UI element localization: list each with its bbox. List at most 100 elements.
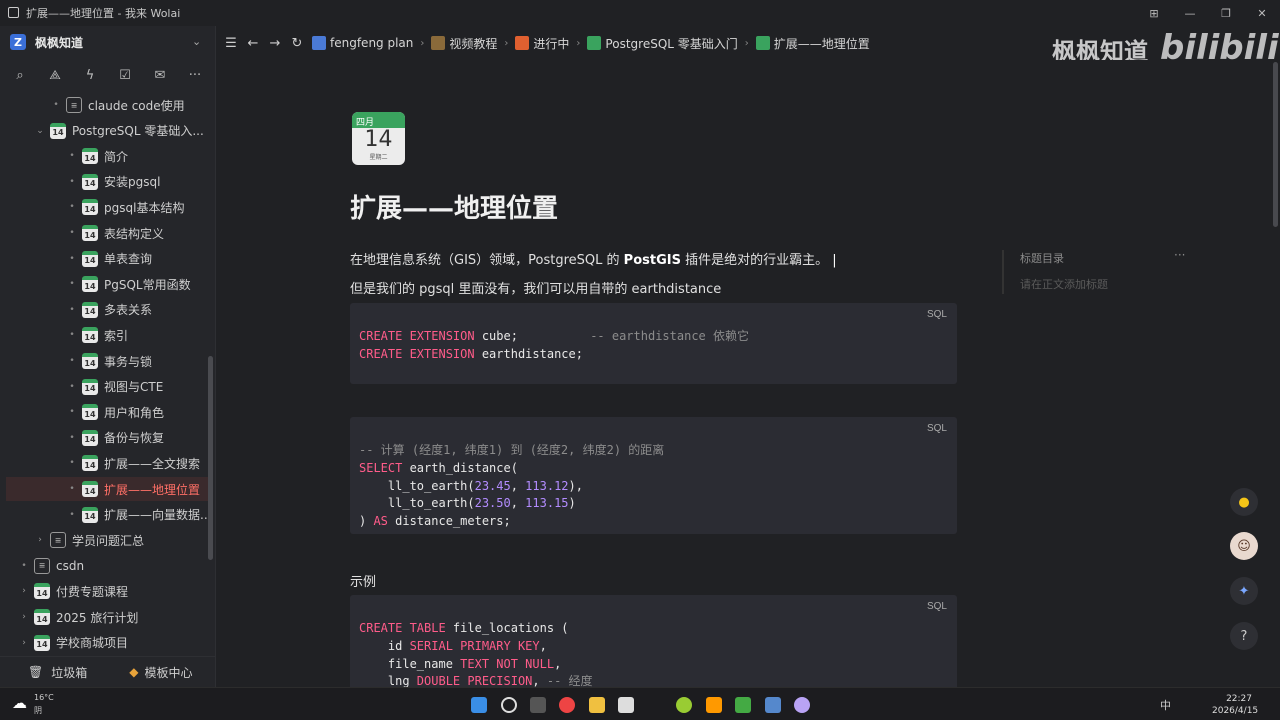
- page-title[interactable]: 扩展——地理位置: [350, 188, 558, 225]
- calendar-page-icon: 14: [82, 455, 98, 472]
- sidebar: Z 枫枫知道 ⌄ ⌕ ⟁ ϟ ☑ ✉ ··· • ≡ claude code使用 ⌄ 1…: [0, 26, 216, 687]
- graph-icon[interactable]: ⟁: [46, 66, 64, 84]
- app-icon-image[interactable]: [735, 697, 751, 713]
- template-center-button[interactable]: ◆ 模板中心: [129, 664, 192, 681]
- page-calendar-icon[interactable]: 四月 14 星期二: [352, 112, 405, 165]
- sidebar-item[interactable]: • 14 扩展——全文搜索: [66, 451, 200, 475]
- layout-icon[interactable]: ⊞: [1136, 0, 1172, 26]
- code-token: DOUBLE PRECISION: [416, 674, 533, 687]
- code-block-1[interactable]: SQL CREATE EXTENSION cube; -- earthdistan…: [350, 303, 957, 384]
- code-token: file_name: [359, 657, 461, 671]
- chevron-icon[interactable]: ›: [34, 535, 46, 545]
- inbox-icon[interactable]: ✉: [151, 66, 169, 84]
- sidebar-item-label: csdn: [56, 558, 85, 573]
- back-icon[interactable]: ←: [246, 36, 260, 51]
- chevron-icon[interactable]: ⌄: [34, 126, 46, 136]
- page-icon: ≡: [50, 532, 66, 549]
- check-icon[interactable]: ☑: [116, 66, 134, 84]
- app-icon-blue[interactable]: [765, 697, 781, 713]
- sidebar-item[interactable]: › 14 付费专题课程: [18, 579, 128, 603]
- file-explorer-icon[interactable]: [589, 697, 605, 713]
- section-example-heading[interactable]: 示例: [350, 571, 376, 590]
- sidebar-item[interactable]: • 14 多表关系: [66, 298, 152, 322]
- minimize-button[interactable]: —: [1172, 0, 1208, 26]
- trash-icon: 🗑: [28, 665, 44, 679]
- sidebar-item[interactable]: • 14 安装pgsql: [66, 170, 160, 194]
- sidebar-item[interactable]: • 14 表结构定义: [66, 221, 164, 245]
- avatar[interactable]: ☺: [1230, 532, 1258, 560]
- chrome-icon[interactable]: [559, 697, 575, 713]
- editor-scrollbar[interactable]: [1273, 62, 1278, 227]
- chevron-icon[interactable]: ›: [18, 612, 30, 622]
- breadcrumb-item[interactable]: fengfeng plan ›: [312, 36, 431, 50]
- sidebar-item[interactable]: • 14 视图与CTE: [66, 375, 163, 399]
- sidebar-item[interactable]: • 14 pgsql基本结构: [66, 195, 184, 219]
- chevron-down-icon[interactable]: ⌄: [192, 35, 201, 48]
- breadcrumb-item[interactable]: 视频教程 ›: [431, 35, 515, 52]
- breadcrumb-item[interactable]: 进行中 ›: [515, 35, 587, 52]
- forward-icon[interactable]: →: [268, 36, 282, 51]
- app-icon-purple[interactable]: [794, 697, 810, 713]
- sidebar-item[interactable]: • 14 简介: [66, 144, 128, 168]
- ai-assistant-icon[interactable]: ✦: [1230, 577, 1258, 605]
- search-icon[interactable]: ⌕: [11, 66, 29, 84]
- task-view-icon[interactable]: [530, 697, 546, 713]
- flash-icon[interactable]: ϟ: [81, 66, 99, 84]
- sidebar-item[interactable]: • 14 PgSQL常用函数: [66, 272, 191, 296]
- sidebar-item[interactable]: • 14 扩展——向量数据...: [66, 503, 211, 527]
- bullet-icon: •: [69, 279, 75, 290]
- sidebar-item[interactable]: › 14 2025 旅行计划: [18, 605, 138, 629]
- breadcrumb-item[interactable]: 扩展——地理位置: [755, 35, 870, 52]
- breadcrumb-icon: [587, 36, 602, 50]
- toc-more-icon[interactable]: ···: [1174, 248, 1185, 262]
- code-language-label[interactable]: SQL: [927, 423, 947, 434]
- sidebar-item[interactable]: › 14 学校商城项目: [18, 631, 128, 653]
- system-clock[interactable]: 22:27 2026/4/15: [1212, 693, 1259, 717]
- code-token: ): [359, 514, 374, 528]
- sidebar-item[interactable]: • 14 事务与锁: [66, 349, 152, 373]
- close-button[interactable]: ✕: [1244, 0, 1280, 26]
- code-language-label[interactable]: SQL: [927, 309, 947, 320]
- breadcrumb-item[interactable]: PostgreSQL 零基础入门 ›: [587, 35, 755, 52]
- sidebar-item[interactable]: • 14 索引: [66, 323, 128, 347]
- sidebar-item[interactable]: • ≡ csdn: [18, 554, 84, 578]
- trash-button[interactable]: 🗑 垃圾箱: [28, 664, 87, 681]
- sidebar-item[interactable]: • 14 用户和角色: [66, 400, 164, 424]
- code-token: CREATE EXTENSION: [359, 329, 475, 343]
- sidebar-item-label: 单表查询: [104, 252, 153, 267]
- maximize-button[interactable]: ❐: [1208, 0, 1244, 26]
- code-block-2[interactable]: SQL -- 计算 (经度1, 纬度1) 到 (经度2, 纬度2) 的距离 SELE…: [350, 417, 957, 534]
- sidebar-item[interactable]: ⌄ 14 PostgreSQL 零基础入...: [34, 119, 204, 143]
- app-icon-orange[interactable]: [706, 697, 722, 713]
- template-icon: ◆: [129, 665, 139, 679]
- sidebar-item[interactable]: • 14 扩展——地理位置: [6, 477, 210, 501]
- code-line: ll_to_earth(23.50, 113.15): [359, 494, 576, 512]
- sidebar-item[interactable]: › ≡ 学员问题汇总: [34, 528, 144, 552]
- sidebar-scrollbar[interactable]: [208, 356, 213, 560]
- wolai-taskbar-icon[interactable]: [618, 697, 634, 713]
- coin-icon[interactable]: ●: [1230, 488, 1258, 516]
- paragraph-1[interactable]: 在地理信息系统（GIS）领域，PostgreSQL 的 PostGIS 插件是绝…: [350, 249, 837, 268]
- sidebar-item[interactable]: • ≡ claude code使用: [50, 93, 185, 117]
- app-icon-green[interactable]: [676, 697, 692, 713]
- code-language-label[interactable]: SQL: [927, 601, 947, 612]
- ime-indicator[interactable]: 中: [1160, 697, 1171, 713]
- start-icon[interactable]: [471, 697, 487, 713]
- weather-cloud-icon[interactable]: ☁: [12, 694, 27, 712]
- code-token: 23.50: [474, 496, 511, 510]
- help-icon[interactable]: ?: [1230, 622, 1258, 650]
- chevron-icon[interactable]: ›: [18, 638, 30, 648]
- sidebar-item[interactable]: • 14 备份与恢复: [66, 426, 164, 450]
- sidebar-item[interactable]: • 14 单表查询: [66, 247, 152, 271]
- refresh-icon[interactable]: ↻: [290, 36, 304, 51]
- more-icon[interactable]: ···: [186, 66, 204, 84]
- taskbar-search-icon[interactable]: [501, 697, 517, 713]
- menu-icon[interactable]: ☰: [224, 36, 238, 51]
- clock-date: 2026/4/15: [1212, 706, 1259, 716]
- code-block-3[interactable]: SQL CREATE TABLE file_locations ( id SERI…: [350, 595, 957, 687]
- chevron-icon[interactable]: ›: [18, 586, 30, 596]
- bullet-icon: •: [69, 432, 75, 443]
- paragraph-2[interactable]: 但是我们的 pgsql 里面没有，我们可以用自带的 earthdistance: [350, 278, 721, 297]
- workspace-switcher[interactable]: Z 枫枫知道 ⌄: [0, 26, 215, 58]
- code-token: ,: [510, 496, 526, 510]
